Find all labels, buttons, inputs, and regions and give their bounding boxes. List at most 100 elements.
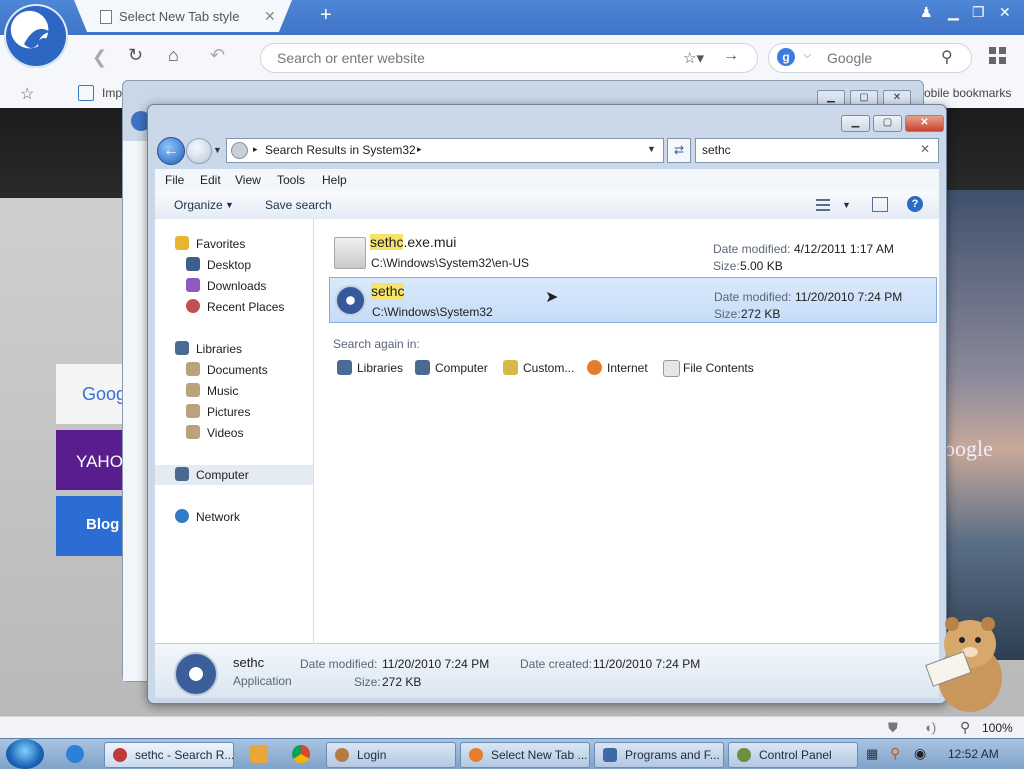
skin-icon[interactable]: ♟ [920, 4, 933, 21]
tray-network-icon[interactable]: ▦ [866, 746, 878, 762]
home-icon[interactable]: ⌂ [168, 45, 179, 66]
restore-icon[interactable]: ❐ [972, 4, 985, 21]
nav-label: Computer [196, 468, 249, 482]
organize-button[interactable]: Organize [174, 198, 223, 212]
tile-google[interactable]: Googl [56, 364, 130, 424]
bookmark-star-icon[interactable]: ☆▾ [683, 49, 704, 67]
tray-search-icon[interactable]: ⚲ [890, 745, 900, 762]
nav-computer[interactable]: Computer [155, 465, 313, 485]
search-icon[interactable]: ⚲ [941, 47, 953, 67]
taskbar-item-control-panel[interactable]: Control Panel [728, 742, 858, 768]
breadcrumb-arrow-icon[interactable]: ▸ [417, 144, 422, 155]
zoom-icon[interactable]: ⚲ [960, 719, 970, 736]
back-icon[interactable]: ❮ [92, 47, 107, 68]
menu-help[interactable]: Help [322, 173, 347, 187]
nav-recent-places[interactable]: Recent Places [155, 297, 313, 317]
result-size: 5.00 KB [740, 259, 783, 273]
import-bookmarks-link[interactable]: Imp [102, 86, 122, 100]
zoom-level[interactable]: 100% [982, 721, 1013, 735]
organize-chevron-icon[interactable]: ▼ [225, 200, 234, 210]
chevron-down-icon[interactable]: ⌵ [803, 49, 811, 62]
tray-audio-icon[interactable]: ◉ [914, 745, 926, 762]
accessibility-app-icon [335, 285, 366, 316]
menu-file[interactable]: File [165, 173, 184, 187]
nav-videos[interactable]: Videos [155, 423, 313, 443]
address-dropdown-icon[interactable]: ▼ [647, 144, 656, 154]
pictures-icon [186, 404, 200, 418]
recent-pages-chevron-icon[interactable]: ▼ [213, 145, 222, 155]
nav-favorites[interactable]: Favorites [155, 234, 313, 254]
google-engine-icon[interactable]: g [777, 48, 795, 66]
preview-pane-icon[interactable] [872, 197, 888, 212]
close-tab-icon[interactable]: ✕ [264, 8, 276, 25]
forward-button[interactable] [186, 138, 212, 164]
views-icon[interactable] [816, 198, 830, 212]
taskbar-item-search[interactable]: sethc - Search R... [104, 742, 234, 768]
result-item[interactable]: sethc.exe.mui C:\Windows\System32\en-US … [329, 229, 937, 275]
internet-explorer-icon[interactable] [66, 745, 84, 763]
nav-pictures[interactable]: Pictures [155, 402, 313, 422]
login-window-icon [335, 748, 349, 762]
import-icon[interactable] [78, 85, 94, 101]
minimize-icon[interactable]: ▁ [948, 4, 959, 21]
search-again-internet[interactable]: Internet [587, 359, 653, 377]
menu-view[interactable]: View [235, 173, 261, 187]
nav-desktop[interactable]: Desktop [155, 255, 313, 275]
search-again-custom[interactable]: Custom... [503, 359, 579, 377]
nav-label: Pictures [207, 405, 251, 419]
taskbar-item-login[interactable]: Login [326, 742, 456, 768]
search-folder-icon [231, 142, 248, 159]
nav-downloads[interactable]: Downloads [155, 276, 313, 296]
hamster-mascot[interactable] [918, 608, 1014, 714]
clear-search-icon[interactable]: ✕ [920, 142, 930, 156]
undo-icon[interactable]: ↶ [210, 45, 225, 66]
search-again-computer[interactable]: Computer [415, 359, 495, 377]
refresh-button[interactable]: ⇄ [667, 138, 691, 163]
breadcrumb-arrow-icon[interactable]: ▸ [253, 144, 258, 155]
breadcrumb[interactable]: Search Results in System32 [265, 143, 416, 157]
close-button[interactable]: ✕ [905, 115, 944, 132]
nav-documents[interactable]: Documents [155, 360, 313, 380]
mouse-cursor-icon: ➤ [545, 289, 559, 306]
views-chevron-icon[interactable]: ▼ [842, 200, 851, 210]
shield-icon[interactable]: ⛊ [888, 720, 898, 736]
nav-libraries[interactable]: Libraries [155, 339, 313, 359]
chrome-icon[interactable] [292, 745, 310, 763]
apps-grid-icon[interactable] [989, 47, 1007, 65]
search-bar[interactable]: g ⌵ Google ⚲ [768, 43, 972, 73]
search-again-libraries[interactable]: Libraries [337, 359, 407, 377]
url-bar[interactable]: Search or enter website ☆▾ → [260, 43, 758, 73]
search-again-file-contents[interactable]: File Contents [663, 359, 763, 377]
maximize-button[interactable]: ▢ [873, 115, 902, 132]
minimize-button[interactable]: ▁ [841, 115, 870, 132]
back-button[interactable]: ← [157, 137, 185, 165]
bookmarks-star-icon[interactable]: ☆ [20, 84, 34, 104]
nav-music[interactable]: Music [155, 381, 313, 401]
tile-blogger[interactable]: Blog [56, 496, 126, 556]
videos-icon [186, 425, 200, 439]
mobile-bookmarks-link[interactable]: obile bookmarks [924, 86, 1011, 100]
nav-network[interactable]: Network [155, 507, 313, 527]
help-icon[interactable]: ? [907, 196, 923, 212]
taskbar-item-programs[interactable]: Programs and F... [594, 742, 724, 768]
save-search-button[interactable]: Save search [265, 198, 332, 212]
search-input[interactable]: sethc ✕ [695, 138, 939, 163]
browser-logo[interactable] [4, 4, 68, 68]
menu-edit[interactable]: Edit [200, 173, 221, 187]
go-arrow-icon[interactable]: → [723, 47, 739, 65]
tile-yahoo[interactable]: YAHO [56, 430, 126, 490]
start-button[interactable] [6, 739, 44, 769]
address-bar[interactable]: ▸ Search Results in System32 ▸ ▼ [226, 138, 664, 163]
accessibility-app-icon [174, 652, 218, 696]
browser-tab[interactable]: Select New Tab style ✕ [74, 0, 292, 32]
volume-icon[interactable]: ◖) [924, 720, 936, 735]
media-player-icon[interactable] [250, 745, 268, 763]
close-window-icon[interactable]: ✕ [999, 4, 1011, 21]
clock[interactable]: 12:52 AM [948, 747, 999, 761]
taskbar-item-browser[interactable]: Select New Tab ... [460, 742, 590, 768]
new-tab-icon[interactable]: + [320, 4, 332, 27]
menu-tools[interactable]: Tools [277, 173, 305, 187]
result-item-selected[interactable]: sethc C:\Windows\System32 Date modified:… [329, 277, 937, 323]
reload-icon[interactable]: ↻ [128, 45, 143, 66]
libraries-icon [337, 360, 352, 375]
